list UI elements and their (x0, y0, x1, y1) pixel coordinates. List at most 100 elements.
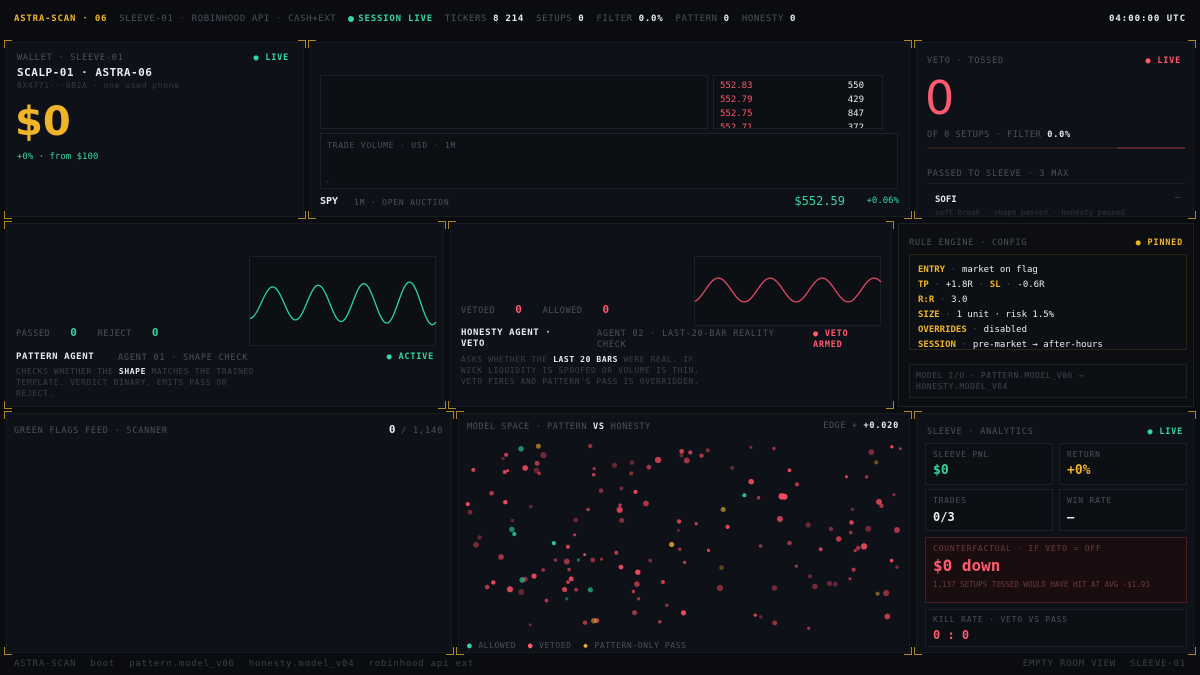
model-space-scatter[interactable] (459, 440, 909, 636)
wallet-balance: $0 (15, 99, 71, 145)
orderbook-row[interactable]: 552.79 429 (720, 95, 876, 109)
vetoed-point (706, 548, 711, 552)
trades-value: 0/3 (933, 510, 955, 524)
analytics-header: SLEEVE · ANALYTICS (927, 427, 1034, 437)
vetoed-point (725, 524, 730, 529)
vetoed-point (808, 574, 812, 579)
wallet-address: 0X4771···9B2A · one used phone (17, 81, 180, 90)
wallet-panel: WALLET · SLEEVE-01 ● LIVE SCALP-01 · AST… (4, 40, 306, 219)
vetoed-point (851, 567, 856, 572)
filter-label: FILTER (596, 14, 633, 24)
setups-value: 0 (578, 14, 585, 24)
orderbook-size: 429 (847, 95, 864, 105)
passed-note: soft break · shape passed · honesty pass… (935, 208, 1125, 217)
vetoed-point (860, 543, 868, 550)
passed-dash: — (1174, 193, 1181, 203)
vetoed-point (504, 452, 509, 457)
vetoed-point (848, 577, 852, 581)
orderbook-row[interactable]: 552.75 847 (720, 109, 876, 123)
vetoed-point (794, 564, 798, 568)
vetoed-point (510, 518, 515, 523)
vetoed-point (679, 449, 685, 454)
vetoed-point (477, 535, 482, 540)
vetoed-point (892, 493, 896, 497)
pattern-wave-svg (249, 281, 437, 326)
vetoed-point (646, 464, 652, 470)
rule-entry: ENTRY · market on flag (918, 265, 1038, 275)
vetoed-point (632, 610, 638, 616)
pattern-only-point (591, 618, 597, 624)
spot-price: $552.59 (794, 194, 845, 208)
volume-chart[interactable]: TRADE VOLUME · USD · 1M - (320, 133, 898, 189)
vetoed-point (716, 584, 723, 591)
vetoed-point (758, 544, 763, 548)
rules-config-box[interactable]: ENTRY · market on flag TP · +1.8R · SL ·… (909, 254, 1187, 350)
vetoed-point (635, 569, 641, 575)
vetoed-point (465, 502, 470, 507)
vetoed-point (643, 500, 649, 507)
allowed-point (576, 558, 581, 562)
vetoed-point (616, 506, 623, 513)
vetoed-point (573, 517, 579, 523)
vetoed-point (776, 516, 783, 522)
vetoed-point (598, 488, 604, 493)
vetoed-point (498, 554, 504, 560)
vetoed-point (562, 586, 568, 593)
return-card: RETURN +0% (1059, 443, 1187, 485)
vetoed-point (629, 460, 635, 465)
symbol[interactable]: SPY (320, 196, 338, 207)
pattern-only-point (720, 507, 726, 512)
honesty-agent-desc: ASKS WHETHER THE LAST 20 BARS WERE REAL.… (461, 355, 700, 386)
vetoed-point (588, 443, 593, 449)
vetoed-point (679, 453, 684, 458)
model-space-panel: MODEL SPACE · PATTERN VS HONESTY EDGE + … (456, 411, 912, 655)
pattern-wave-chart (249, 256, 437, 346)
vetoed-point (889, 558, 894, 563)
vetoed-point (506, 469, 510, 472)
counterfactual-note: 1,137 SETUPS TOSSED WOULD HAVE HIT AT AV… (933, 580, 1150, 589)
vetoed-point (528, 623, 532, 627)
allowed-point (742, 493, 747, 498)
orderbook[interactable]: 552.83 550 552.79 429 552.75 847 552.71 372 (713, 75, 883, 129)
bottom-status-bar: ASTRA-SCAN boot pattern.model_v06 honest… (14, 658, 1186, 669)
vetoed-point (563, 558, 570, 565)
vetoed-point (590, 557, 596, 563)
passed-ticker[interactable]: SOFI (935, 195, 957, 205)
vetoed-point (522, 465, 529, 471)
vetoed-point (676, 519, 682, 524)
sleeve-label: SLEEVE-01 (119, 14, 174, 24)
pattern-only-point (719, 565, 724, 570)
veto-of-setups: OF 0 SETUPS · FILTER 0.0% (927, 130, 1071, 140)
vetoed-point (705, 448, 710, 453)
orderbook-row[interactable]: 552.71 372 (720, 123, 876, 129)
vetoed-point (467, 509, 473, 515)
bottom-brand: ASTRA-SCAN (14, 658, 77, 669)
vetoed-point (619, 486, 624, 491)
vetoed-point (795, 482, 799, 487)
wallet-header: WALLET · SLEEVE-01 (17, 53, 124, 63)
rule-rr: R:R · 3.0 (918, 295, 968, 305)
vetoed-point (756, 496, 761, 500)
vetoed-point (677, 529, 680, 532)
orderbook-row[interactable]: 552.83 550 (720, 81, 876, 95)
vetoed-point (501, 456, 505, 461)
honesty-wave-svg (694, 277, 882, 303)
vetoed-point (568, 576, 574, 582)
vetoed-point (787, 540, 792, 546)
vetoed-point (618, 503, 622, 507)
rules-pinned-badge: ● PINNED (1135, 238, 1183, 248)
timeframe: 1M · OPEN AUCTION (354, 198, 450, 207)
vetoed-point (491, 580, 496, 585)
pattern-agent-desc: CHECKS WHETHER THE SHAPE MATCHES THE TRA… (16, 367, 255, 398)
orderbook-price: 552.71 (720, 123, 753, 129)
setups-label: SETUPS (536, 14, 573, 24)
rule-size: SIZE · 1 unit · risk 1.5% (918, 310, 1055, 320)
vetoed-point (884, 613, 891, 620)
vetoed-point (553, 558, 557, 562)
price-chart[interactable] (320, 75, 708, 129)
winrate-card: WIN RATE — (1059, 489, 1187, 531)
vetoed-point (489, 490, 494, 496)
vetoed-point (753, 613, 757, 617)
honesty-counts: VETOED 0 ALLOWED 0 (461, 303, 610, 316)
tickers-value: 8 214 (493, 14, 525, 24)
